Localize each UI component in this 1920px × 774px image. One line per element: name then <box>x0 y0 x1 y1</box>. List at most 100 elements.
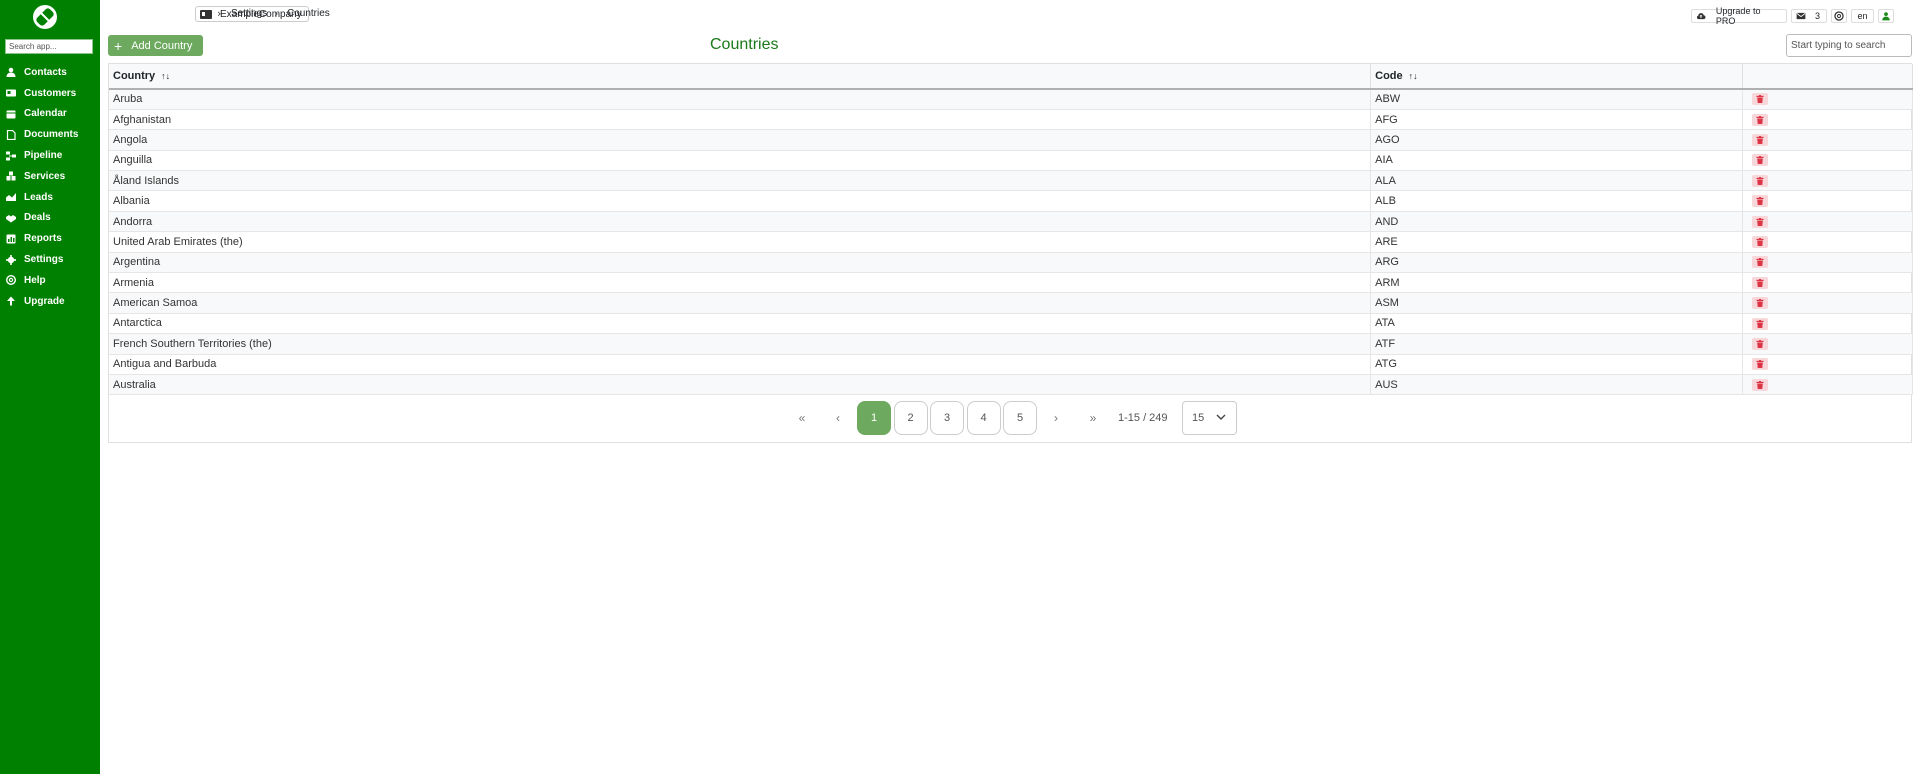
table-row[interactable]: Australia AUS <box>109 374 1913 395</box>
delete-button[interactable] <box>1752 317 1769 330</box>
column-header-code[interactable]: Code ↑↓ <box>1370 64 1744 90</box>
add-country-button[interactable]: + Add Country <box>108 35 203 56</box>
delete-button[interactable] <box>1752 174 1769 187</box>
mail-icon <box>1796 12 1806 20</box>
table-row[interactable]: French Southern Territories (the) ATF <box>109 333 1913 355</box>
page-button-4[interactable]: 4 <box>966 401 1001 435</box>
column-header-actions <box>1742 64 1913 90</box>
sidebar-item-label: Deals <box>24 212 51 224</box>
sidebar-item-label: Reports <box>24 233 62 245</box>
table-row[interactable]: Anguilla AIA <box>109 150 1913 171</box>
table-row[interactable]: Åland Islands ALA <box>109 170 1913 191</box>
help-button[interactable] <box>1831 9 1847 23</box>
delete-button[interactable] <box>1752 134 1769 147</box>
table-row[interactable]: Antarctica ATA <box>109 313 1913 334</box>
sidebar-item-pipeline[interactable]: Pipeline <box>0 145 100 166</box>
app-logo[interactable] <box>33 5 57 29</box>
sidebar-item-leads[interactable]: Leads <box>0 187 100 208</box>
sort-icon[interactable]: ↑↓ <box>1409 71 1418 81</box>
delete-button[interactable] <box>1752 235 1769 248</box>
sidebar-item-customers[interactable]: Customers <box>0 83 100 104</box>
next-page-button[interactable]: › <box>1039 401 1073 435</box>
breadcrumb-settings[interactable]: Settings <box>231 8 267 19</box>
page-button-2[interactable]: 2 <box>893 401 928 435</box>
delete-button[interactable] <box>1752 195 1769 208</box>
sidebar-item-label: Leads <box>24 191 53 203</box>
delete-button[interactable] <box>1752 93 1769 106</box>
delete-button[interactable] <box>1752 113 1769 126</box>
trash-icon <box>1756 339 1764 348</box>
table-row[interactable]: Andorra AND <box>109 211 1913 232</box>
trash-icon <box>1756 217 1764 226</box>
sidebar-item-services[interactable]: Services <box>0 166 100 187</box>
table-row[interactable]: Antigua and Barbuda ATG <box>109 354 1913 375</box>
page-size-value: 15 <box>1192 412 1205 424</box>
sort-icon[interactable]: ↑↓ <box>161 71 170 81</box>
country-cell: Antigua and Barbuda <box>109 354 1372 375</box>
language-selector[interactable]: en <box>1851 9 1874 23</box>
table-row[interactable]: Angola AGO <box>109 129 1913 151</box>
sidebar-item-upgrade[interactable]: Upgrade <box>0 291 100 312</box>
table-row[interactable]: Argentina ARG <box>109 252 1913 273</box>
document-icon <box>6 129 16 140</box>
sidebar-item-contacts[interactable]: Contacts <box>0 62 100 83</box>
delete-button[interactable] <box>1752 256 1769 269</box>
calendar-icon <box>6 109 16 119</box>
page-size-select[interactable]: 15 <box>1182 401 1237 435</box>
sidebar-nav: Contacts Customers Calendar Documents Pipeli… <box>0 62 100 312</box>
search-input[interactable]: Start typing to search <box>1786 34 1912 57</box>
sidebar-item-help[interactable]: Help <box>0 270 100 291</box>
trash-icon <box>1756 360 1764 369</box>
table-row[interactable]: United Arab Emirates (the) ARE <box>109 231 1913 253</box>
breadcrumb-current: Countries <box>287 8 330 19</box>
table-row[interactable]: Aruba ABW <box>109 89 1913 110</box>
actions-cell <box>1742 190 1913 212</box>
topbar: ExampleCompany › Settings › Countries Up… <box>100 0 1920 30</box>
country-cell: Anguilla <box>109 150 1372 171</box>
sidebar-item-label: Calendar <box>24 108 67 120</box>
pipeline-icon <box>6 151 16 161</box>
pagination-range: 1-15 / 249 <box>1118 412 1168 424</box>
sidebar-item-deals[interactable]: Deals <box>0 208 100 229</box>
sidebar-item-calendar[interactable]: Calendar <box>0 104 100 125</box>
page-button-3[interactable]: 3 <box>930 401 964 435</box>
delete-button[interactable] <box>1752 378 1769 391</box>
trash-icon <box>1756 95 1764 104</box>
delete-button[interactable] <box>1752 215 1769 228</box>
user-menu-button[interactable] <box>1878 9 1894 23</box>
first-page-button[interactable]: « <box>785 401 819 435</box>
messages-button[interactable]: 3 <box>1791 9 1827 23</box>
table-row[interactable]: Armenia ARM <box>109 272 1913 293</box>
sidebar-item-label: Pipeline <box>24 150 63 162</box>
code-cell: ATG <box>1370 354 1744 375</box>
delete-button[interactable] <box>1752 337 1769 350</box>
table-row[interactable]: Afghanistan AFG <box>109 109 1913 130</box>
trash-icon <box>1756 115 1764 124</box>
actions-cell <box>1742 170 1913 191</box>
table-row[interactable]: Albania ALB <box>109 190 1913 212</box>
report-icon <box>6 234 16 244</box>
user-icon <box>1882 12 1890 21</box>
actions-cell <box>1742 109 1913 130</box>
delete-button[interactable] <box>1752 297 1769 310</box>
sidebar-item-documents[interactable]: Documents <box>0 124 100 145</box>
code-cell: ALB <box>1370 190 1744 212</box>
page-button-1[interactable]: 1 <box>857 401 891 435</box>
table-row[interactable]: American Samoa ASM <box>109 292 1913 314</box>
sidebar-search-input[interactable]: Search app... <box>5 39 93 54</box>
delete-button[interactable] <box>1752 358 1769 371</box>
delete-button[interactable] <box>1752 276 1769 289</box>
column-header-country[interactable]: Country ↑↓ <box>109 64 1372 90</box>
breadcrumb-separator-icon: › <box>274 7 279 20</box>
prev-page-button[interactable]: ‹ <box>821 401 855 435</box>
actions-cell <box>1742 150 1913 171</box>
page-button-5[interactable]: 5 <box>1003 401 1037 435</box>
add-country-label: Add Country <box>131 39 193 52</box>
mail-count: 3 <box>1815 11 1821 21</box>
delete-button[interactable] <box>1752 154 1769 167</box>
upgrade-pro-button[interactable]: Upgrade to PRO <box>1691 6 1787 26</box>
sidebar-item-reports[interactable]: Reports <box>0 228 100 249</box>
sidebar-item-settings[interactable]: Settings <box>0 249 100 270</box>
country-cell: French Southern Territories (the) <box>109 333 1372 355</box>
last-page-button[interactable]: » <box>1076 401 1110 435</box>
